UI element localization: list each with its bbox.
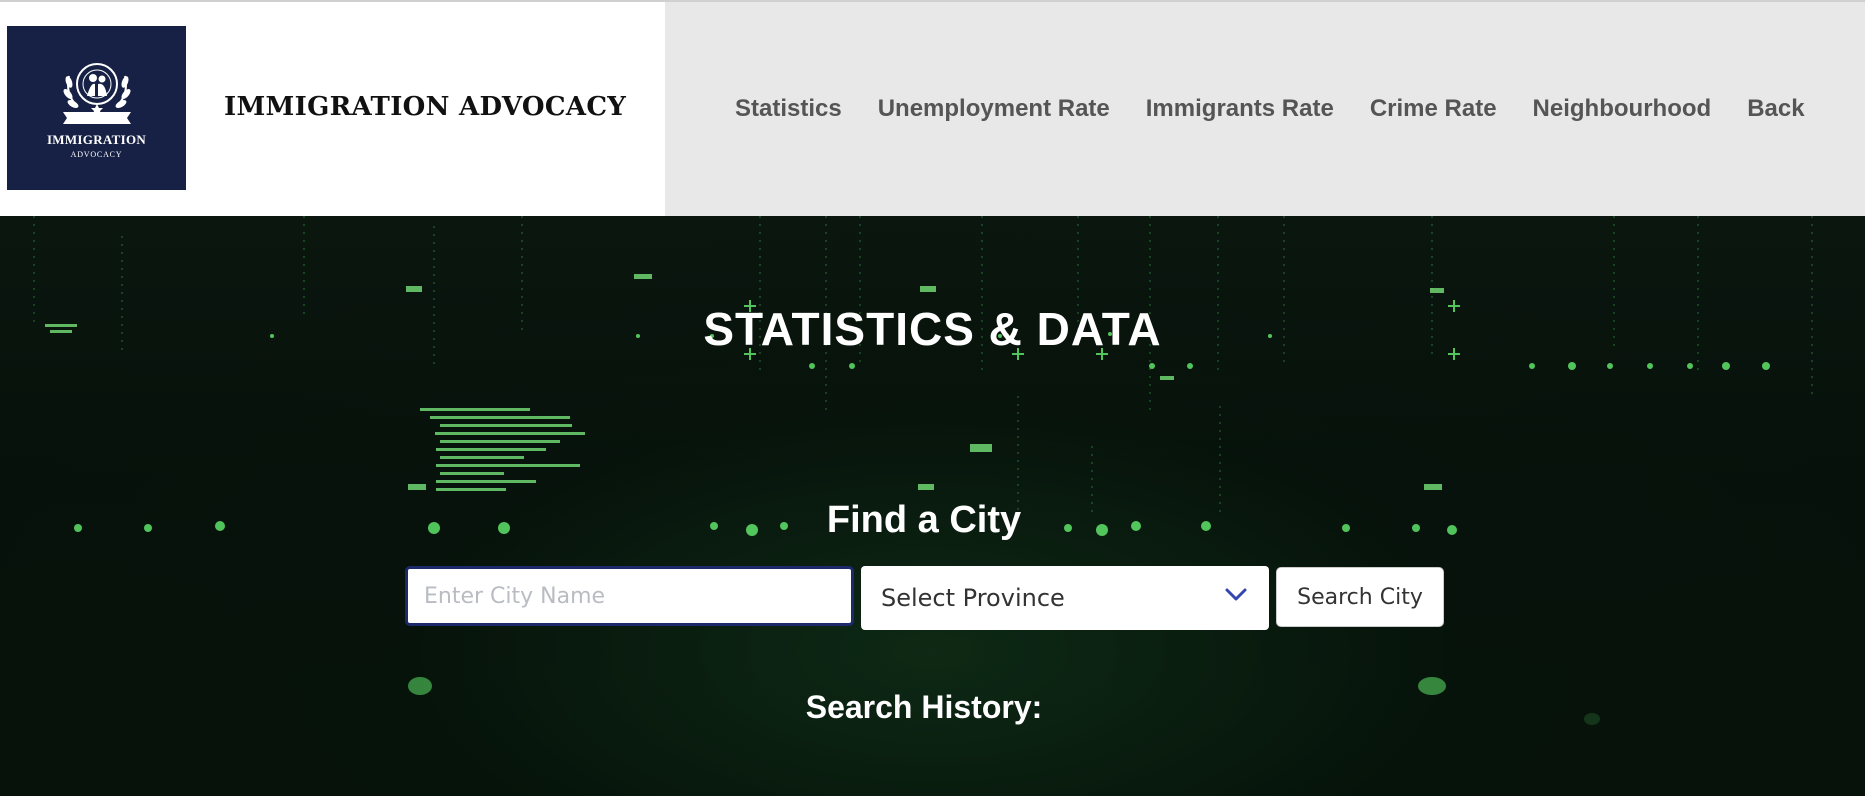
find-city-heading: Find a City: [826, 499, 1022, 541]
hero-section: STATISTICS & DATA Find a City Search His…: [0, 216, 1865, 796]
nav-neighbourhood[interactable]: Neighbourhood: [1533, 95, 1712, 123]
city-name-input[interactable]: [405, 566, 854, 626]
laurel-emblem-icon: [63, 63, 131, 124]
logo-subtitle: ADVOCACY: [70, 150, 123, 159]
nav-unemployment-rate[interactable]: Unemployment Rate: [878, 95, 1110, 123]
main-nav: Statistics Unemployment Rate Immigrants …: [735, 95, 1805, 123]
nav-statistics[interactable]: Statistics: [735, 95, 842, 123]
nav-back[interactable]: Back: [1747, 95, 1804, 123]
site-header: IMMIGRATION ADVOCACY IMMIGRATION ADVOCAC…: [0, 0, 1865, 216]
search-city-button[interactable]: Search City: [1276, 567, 1444, 627]
brand-area: IMMIGRATION ADVOCACY IMMIGRATION ADVOCAC…: [0, 2, 665, 216]
chevron-down-icon: [1225, 588, 1247, 601]
province-selected-value: Select Province: [881, 584, 1065, 612]
search-history-heading: Search History:: [805, 689, 1043, 725]
nav-immigrants-rate[interactable]: Immigrants Rate: [1146, 95, 1334, 123]
logo[interactable]: IMMIGRATION ADVOCACY: [7, 26, 186, 190]
logo-title: IMMIGRATION: [46, 132, 147, 147]
site-title[interactable]: IMMIGRATION ADVOCACY: [224, 92, 626, 122]
hero-title: STATISTICS & DATA: [703, 303, 1162, 355]
province-select[interactable]: Select Province: [861, 566, 1269, 630]
nav-crime-rate[interactable]: Crime Rate: [1370, 95, 1497, 123]
